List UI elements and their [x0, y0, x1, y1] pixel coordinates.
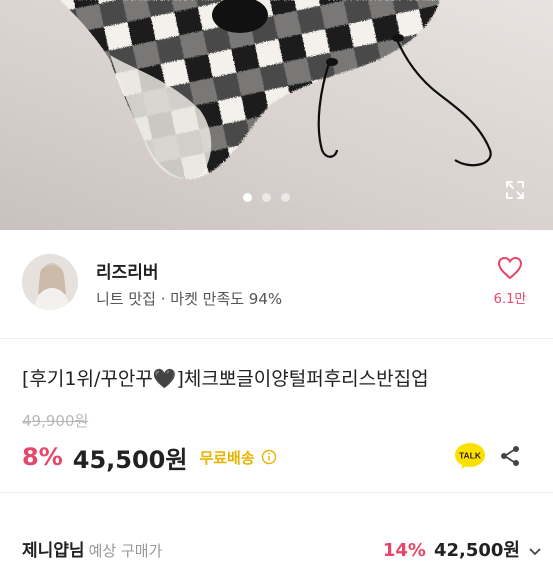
- share-icon[interactable]: [498, 444, 522, 468]
- user-name-label: 제니얍님: [22, 541, 85, 561]
- free-shipping-badge: 무료배송: [199, 448, 255, 467]
- heart-outline-icon: [497, 256, 523, 280]
- avatar-image: [22, 254, 78, 310]
- coupon-price-row[interactable]: 제니얍님 예상 구매가 14% 42,500원: [22, 536, 542, 566]
- carousel-indicator: [243, 193, 290, 202]
- svg-text:TALK: TALK: [459, 451, 482, 461]
- sale-price: 45,500원: [72, 445, 188, 474]
- like-count: 6.1만: [493, 292, 527, 307]
- price-row: 8% 45,500원 무료배송: [22, 440, 277, 474]
- coupon-label: 제니얍님 예상 구매가: [22, 536, 162, 561]
- coupon-discount: 14%: [382, 540, 426, 561]
- seller-description: 니트 맛집 · 마켓 만족도 94%: [96, 290, 283, 308]
- coupon-final-price: 42,500원: [433, 540, 520, 561]
- product-title: [후기1위/꾸안꾸🖤]체크뽀글이양털퍼후리스반집업: [22, 368, 429, 390]
- product-image-carousel[interactable]: [0, 0, 553, 230]
- original-price: 49,900원: [22, 412, 89, 430]
- expand-icon[interactable]: [503, 178, 527, 202]
- carousel-dot[interactable]: [281, 193, 290, 202]
- discount-rate: 8%: [22, 443, 63, 471]
- seller-section[interactable]: 리즈리버 니트 맛집 · 마켓 만족도 94% 6.1만: [0, 230, 553, 339]
- chevron-down-icon[interactable]: [528, 544, 542, 558]
- seller-name[interactable]: 리즈리버: [96, 258, 159, 283]
- seller-avatar[interactable]: [22, 254, 78, 310]
- kakaotalk-talk-icon[interactable]: TALK: [454, 442, 486, 470]
- section-divider: [0, 492, 553, 493]
- carousel-dot-active[interactable]: [243, 193, 252, 202]
- like-button[interactable]: 6.1만: [486, 256, 534, 307]
- info-circle-icon[interactable]: [261, 449, 277, 465]
- coupon-price: 14% 42,500원: [383, 536, 542, 562]
- carousel-dot[interactable]: [262, 193, 271, 202]
- expected-price-label: 예상 구매가: [88, 542, 163, 560]
